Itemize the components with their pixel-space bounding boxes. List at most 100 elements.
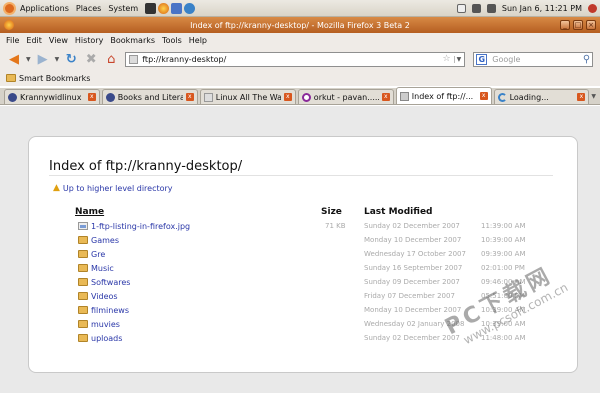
title-divider — [49, 175, 553, 176]
volume-icon[interactable] — [486, 3, 496, 13]
column-header-name[interactable]: Name — [75, 207, 104, 217]
help-launcher-icon[interactable] — [184, 2, 196, 14]
table-row[interactable]: 1-ftp-listing-in-firefox.jpg 71 KB Sunda… — [29, 220, 577, 233]
directory-listing: Index of ftp://kranny-desktop/ ▲ Up to h… — [28, 136, 578, 373]
tab-label: Books and Litera... — [117, 92, 183, 102]
power-icon[interactable] — [588, 3, 597, 13]
menu-edit[interactable]: Edit — [26, 36, 42, 45]
panel-menu-places[interactable]: Places — [76, 4, 101, 13]
window-title: Index of ftp://kranny-desktop/ - Mozilla… — [190, 20, 410, 30]
column-header-size[interactable]: Size — [321, 207, 342, 217]
bookmark-star-icon[interactable]: ☆ — [443, 54, 451, 64]
firefox-window-icon[interactable] — [4, 20, 14, 30]
panel-menu-system[interactable]: System — [108, 4, 138, 13]
minimize-button[interactable]: _ — [560, 20, 570, 30]
folder-icon — [78, 292, 88, 300]
column-header-last-modified[interactable]: Last Modified — [364, 207, 432, 217]
reload-button[interactable]: ↻ — [63, 51, 79, 67]
table-row[interactable]: Gre Wednesday 17 October 2007 09:39:00 A… — [29, 248, 577, 261]
window-titlebar[interactable]: Index of ftp://kranny-desktop/ - Mozilla… — [0, 17, 600, 33]
up-directory-link[interactable]: ▲ Up to higher level directory — [53, 183, 173, 193]
panel-clock[interactable]: Sun Jan 6, 11:21 PM — [502, 4, 582, 13]
folder-link[interactable]: Music — [91, 264, 114, 273]
mail-launcher-icon[interactable] — [171, 2, 183, 14]
menu-history[interactable]: History — [75, 36, 103, 45]
search-bar[interactable]: G Google ⚲ — [473, 51, 594, 67]
tab-loading[interactable]: Loading... x — [493, 89, 590, 104]
search-input[interactable]: Google — [492, 55, 583, 64]
tab-orkut[interactable]: orkut - pavan........ x — [297, 89, 394, 104]
terminal-launcher-icon[interactable] — [145, 2, 157, 14]
tab-close-icon[interactable]: x — [185, 93, 194, 101]
tab-books-and-literature[interactable]: Books and Litera... x — [101, 89, 198, 104]
back-button[interactable]: ◀ — [6, 51, 22, 67]
url-favicon-icon — [129, 54, 139, 64]
file-date: Sunday 02 December 2007 — [364, 222, 460, 230]
back-history-dropdown-icon[interactable]: ▼ — [26, 56, 31, 63]
up-directory-label[interactable]: Up to higher level directory — [63, 184, 173, 193]
table-row[interactable]: Softwares Sunday 09 December 2007 09:46:… — [29, 276, 577, 289]
menu-bookmarks[interactable]: Bookmarks — [110, 36, 155, 45]
folder-icon — [78, 264, 88, 272]
network-icon[interactable] — [471, 3, 481, 13]
folder-link[interactable]: filminews — [91, 306, 129, 315]
file-date: Wednesday 02 January 2008 — [364, 320, 465, 328]
tab-krannywidlinux[interactable]: Krannywidlinux x — [4, 89, 100, 104]
table-row[interactable]: Videos Friday 07 December 2007 05:51:00 … — [29, 290, 577, 303]
menu-view[interactable]: View — [49, 36, 68, 45]
table-row[interactable]: filminews Monday 10 December 2007 10:39:… — [29, 304, 577, 317]
folder-link[interactable]: muvies — [91, 320, 120, 329]
url-bar[interactable]: ftp://kranny-desktop/ ☆ ▼ — [125, 51, 466, 67]
folder-link[interactable]: Games — [91, 236, 119, 245]
page-content: Index of ftp://kranny-desktop/ ▲ Up to h… — [0, 106, 600, 393]
tab-close-icon[interactable]: x — [577, 93, 586, 101]
search-engine-icon[interactable]: G — [476, 53, 488, 65]
gnome-top-panel: Applications Places System Sun Jan 6, 11… — [0, 0, 600, 17]
folder-link[interactable]: Softwares — [91, 278, 130, 287]
menu-help[interactable]: Help — [189, 36, 207, 45]
file-date: Sunday 02 December 2007 — [364, 334, 460, 342]
page-icon — [203, 92, 213, 102]
firefox-launcher-icon[interactable] — [158, 2, 170, 14]
tab-close-icon[interactable]: x — [479, 92, 488, 100]
stop-button[interactable]: ✖ — [83, 51, 99, 67]
maximize-button[interactable]: □ — [573, 20, 583, 30]
orkut-icon — [301, 92, 311, 102]
close-window-button[interactable]: × — [586, 20, 596, 30]
tab-linux-all-the-way[interactable]: Linux All The Way... x — [199, 89, 296, 104]
file-time: 09:46:00 AM — [481, 278, 526, 286]
forward-history-dropdown-icon[interactable]: ▼ — [55, 56, 60, 63]
folder-icon — [78, 278, 88, 286]
tab-index-of-ftp[interactable]: Index of ftp://... x — [395, 87, 492, 104]
menu-bar: File Edit View History Bookmarks Tools H… — [0, 33, 600, 48]
tab-close-icon[interactable]: x — [381, 93, 390, 101]
ubuntu-logo-icon[interactable] — [3, 1, 16, 15]
home-button[interactable]: ⌂ — [103, 51, 119, 67]
file-date: Monday 10 December 2007 — [364, 236, 462, 244]
file-time: 02:01:00 PM — [481, 264, 525, 272]
url-history-dropdown-icon[interactable]: ▼ — [453, 55, 461, 63]
table-row[interactable]: muvies Wednesday 02 January 2008 10:39:0… — [29, 318, 577, 331]
panel-menu-applications[interactable]: Applications — [20, 4, 69, 13]
mail-icon[interactable] — [456, 3, 466, 13]
menu-file[interactable]: File — [6, 36, 19, 45]
tab-close-icon[interactable]: x — [283, 93, 292, 101]
table-row[interactable]: uploads Sunday 02 December 2007 11:48:00… — [29, 332, 577, 345]
menu-tools[interactable]: Tools — [162, 36, 182, 45]
wordpress-icon — [105, 92, 115, 102]
file-date: Wednesday 17 October 2007 — [364, 250, 466, 258]
table-row[interactable]: Games Monday 10 December 2007 10:39:00 A… — [29, 234, 577, 247]
smart-bookmarks-folder[interactable]: Smart Bookmarks — [19, 74, 90, 83]
file-link[interactable]: 1-ftp-listing-in-firefox.jpg — [91, 222, 190, 231]
url-input[interactable]: ftp://kranny-desktop/ — [142, 55, 442, 64]
table-row[interactable]: Music Sunday 16 September 2007 02:01:00 … — [29, 262, 577, 275]
tab-close-icon[interactable]: x — [87, 93, 96, 101]
search-go-icon[interactable]: ⚲ — [583, 54, 590, 65]
tab-list-dropdown-icon[interactable]: ▼ — [591, 93, 596, 100]
folder-link[interactable]: Videos — [91, 292, 118, 301]
folder-link[interactable]: uploads — [91, 334, 122, 343]
up-arrow-icon: ▲ — [53, 183, 60, 193]
forward-button[interactable]: ▶ — [35, 51, 51, 67]
folder-link[interactable]: Gre — [91, 250, 105, 259]
folder-icon — [78, 320, 88, 328]
